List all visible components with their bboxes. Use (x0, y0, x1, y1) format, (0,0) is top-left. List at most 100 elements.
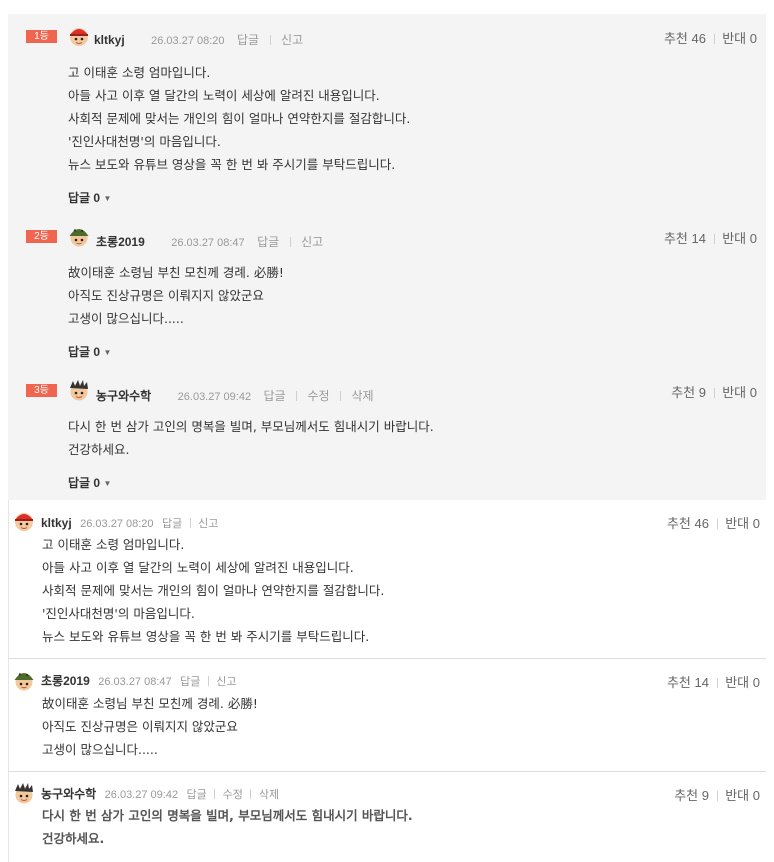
comment-meta: kltkyj 26.03.27 08:20 답글 신고 (41, 514, 218, 532)
comment-meta: 초롱2019 26.03.27 08:47 답글 신고 (41, 672, 237, 690)
comment-line: 사회적 문제에 맞서는 개인의 힘이 얼마나 연약한지를 절감합니다. (68, 111, 411, 126)
comment-line: 고생이 많으십니다..... (68, 311, 184, 326)
oppose-count: 0 (752, 675, 760, 690)
oppose-label[interactable]: 반대 (722, 31, 746, 46)
recommend-count: 9 (698, 385, 706, 400)
reply-link[interactable]: 답글 (237, 33, 259, 47)
recommend-count: 9 (701, 788, 709, 803)
recommend-label[interactable]: 추천 (674, 788, 698, 803)
divider (713, 34, 715, 44)
reply-toggle[interactable]: 답글 0 ▼ (68, 343, 111, 360)
divider (716, 678, 718, 688)
oppose-label[interactable]: 반대 (722, 385, 746, 400)
reply-link[interactable]: 답글 (162, 518, 182, 530)
avatar-spiky-hair-icon[interactable] (68, 379, 90, 401)
oppose-count: 0 (752, 788, 760, 803)
oppose-count: 0 (749, 385, 757, 400)
comment-line: 故이태훈 소령님 부친 모친께 경례. 必勝! (42, 696, 258, 711)
best-comment-3: 3등 농구와수학 26.03.27 09:42 답글 수정 삭제 추천 9 반대… (8, 368, 766, 500)
oppose-count: 0 (749, 31, 757, 46)
reply-toggle[interactable]: 답글 0 ▼ (68, 189, 111, 206)
comment-line: 건강하세요. (68, 442, 130, 457)
divider (289, 237, 291, 247)
oppose-label[interactable]: 반대 (725, 788, 749, 803)
edit-link[interactable]: 수정 (223, 789, 243, 801)
timestamp: 26.03.27 08:20 (151, 35, 225, 47)
recommend-count: 46 (694, 516, 709, 531)
comment-line: 故이태훈 소령님 부친 모친께 경례. 必勝! (68, 265, 284, 280)
timestamp: 26.03.27 09:42 (104, 789, 179, 801)
comment-item: 농구와수학 26.03.27 09:42 답글 수정 삭제 추천 9 반대 0 … (8, 772, 766, 862)
comment-line: 아들 사고 이후 열 달간의 노력이 세상에 알려진 내용입니다. (42, 560, 354, 575)
oppose-count: 0 (749, 231, 757, 246)
delete-link[interactable]: 삭제 (259, 789, 279, 801)
report-link[interactable]: 신고 (301, 235, 323, 249)
timestamp: 26.03.27 09:42 (177, 391, 252, 403)
reply-link[interactable]: 답글 (257, 235, 279, 249)
reply-count-label: 답글 0 (68, 191, 101, 205)
edit-link[interactable]: 수정 (308, 389, 330, 403)
comment-meta: 농구와수학 26.03.27 09:42 답글 수정 삭제 (96, 387, 374, 405)
nickname[interactable]: kltkyj (41, 516, 72, 530)
vote-box: 추천 9 반대 0 (671, 382, 757, 401)
nickname[interactable]: kltkyj (94, 33, 125, 47)
reply-link[interactable]: 답글 (264, 389, 286, 403)
comment-body: 고 이태훈 소령 엄마입니다. 아들 사고 이후 열 달간의 노력이 세상에 알… (42, 533, 384, 648)
comment-body: 고 이태훈 소령 엄마입니다. 아들 사고 이후 열 달간의 노력이 세상에 알… (68, 61, 410, 176)
report-link[interactable]: 신고 (216, 676, 236, 688)
comment-body: 다시 한 번 삼가 고인의 명복을 빌며, 부모님께서도 힘내시기 바랍니다. … (68, 415, 434, 461)
nickname[interactable]: 농구와수학 (96, 389, 151, 403)
divider (269, 35, 271, 45)
avatar-red-cap-icon[interactable] (68, 25, 90, 47)
rank-badge: 1등 (26, 30, 57, 43)
comment-line: 아들 사고 이후 열 달간의 노력이 세상에 알려진 내용입니다. (68, 88, 380, 103)
divider (716, 791, 718, 801)
caret-down-icon: ▼ (103, 348, 112, 357)
caret-down-icon: ▼ (103, 479, 112, 488)
nickname[interactable]: 초롱2019 (96, 235, 145, 249)
comment-line: 다시 한 번 삼가 고인의 명복을 빌며, 부모님께서도 힘내시기 바랍니다. (42, 808, 413, 823)
comment-body: 다시 한 번 삼가 고인의 명복을 빌며, 부모님께서도 힘내시기 바랍니다. … (42, 804, 413, 850)
vote-box: 추천 46 반대 0 (667, 513, 760, 532)
vote-box: 추천 14 반대 0 (667, 672, 760, 691)
comment-line: 다시 한 번 삼가 고인의 명복을 빌며, 부모님께서도 힘내시기 바랍니다. (68, 419, 434, 434)
timestamp: 26.03.27 08:47 (98, 676, 172, 688)
reply-link[interactable]: 답글 (187, 789, 207, 801)
oppose-label[interactable]: 반대 (725, 675, 749, 690)
recommend-label[interactable]: 추천 (667, 675, 691, 690)
comment-line: 고생이 많으십니다..... (42, 742, 158, 757)
comment-line: 건강하세요. (42, 831, 105, 846)
best-comments-section: 1등 kltkyj 26.03.27 08:20 답글 신고 추천 46 반대 … (8, 14, 766, 500)
divider (713, 234, 715, 244)
recommend-label[interactable]: 추천 (664, 231, 688, 246)
oppose-label[interactable]: 반대 (722, 231, 746, 246)
recommend-label[interactable]: 추천 (671, 385, 695, 400)
recommend-label[interactable]: 추천 (664, 31, 688, 46)
avatar-red-cap-icon[interactable] (13, 510, 35, 532)
report-link[interactable]: 신고 (198, 518, 218, 530)
avatar-helmet-icon[interactable] (68, 225, 90, 247)
reply-link[interactable]: 답글 (180, 676, 200, 688)
divider (250, 789, 252, 799)
recommend-label[interactable]: 추천 (667, 516, 691, 531)
oppose-label[interactable]: 반대 (725, 516, 749, 531)
recommend-count: 14 (691, 231, 706, 246)
avatar-spiky-hair-icon[interactable] (13, 782, 35, 804)
delete-link[interactable]: 삭제 (352, 389, 374, 403)
comment-meta: 초롱2019 26.03.27 08:47 답글 신고 (96, 233, 323, 251)
recommend-count: 46 (691, 31, 706, 46)
divider (214, 789, 216, 799)
report-link[interactable]: 신고 (281, 33, 303, 47)
avatar-helmet-icon[interactable] (13, 669, 35, 691)
divider (340, 391, 342, 401)
reply-toggle[interactable]: 답글 0 ▼ (68, 474, 111, 491)
nickname[interactable]: 농구와수학 (41, 787, 96, 801)
comment-line: 뉴스 보도와 유튜브 영상을 꼭 한 번 봐 주시기를 부탁드립니다. (42, 629, 370, 644)
divider (189, 518, 191, 528)
comment-meta: 농구와수학 26.03.27 09:42 답글 수정 삭제 (41, 785, 279, 803)
comment-line: 고 이태훈 소령 엄마입니다. (42, 537, 185, 552)
divider (713, 388, 715, 398)
nickname[interactable]: 초롱2019 (41, 674, 90, 688)
comment-line: '진인사대천명'의 마음입니다. (42, 606, 195, 621)
divider (716, 519, 718, 529)
